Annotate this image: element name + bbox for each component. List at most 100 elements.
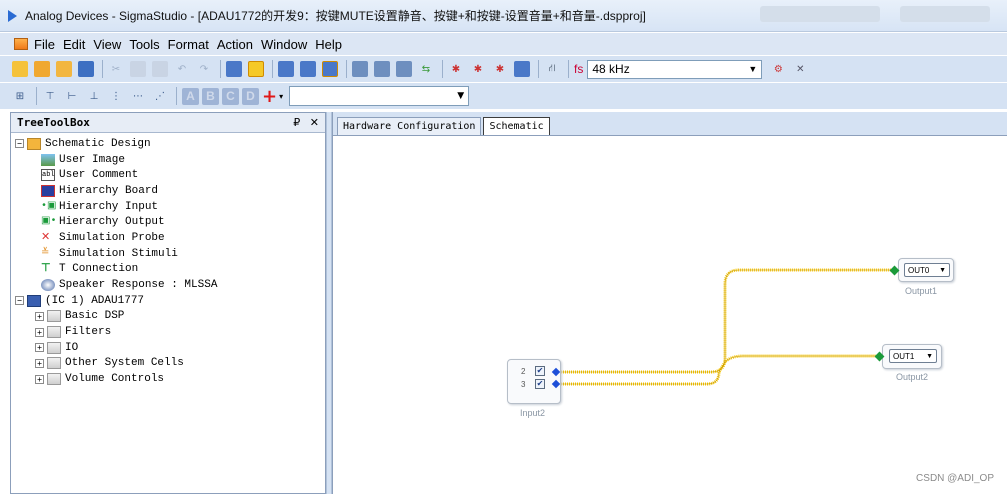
connect-icon[interactable]: ⇆ (418, 61, 434, 77)
chevron-down-icon: ▼ (939, 266, 946, 274)
collapse-icon[interactable]: − (15, 296, 24, 306)
toolbar-separator (442, 60, 443, 78)
close-icon[interactable]: ✕ (310, 116, 319, 129)
open-recent-icon[interactable] (56, 61, 72, 77)
menu-view[interactable]: View (93, 37, 121, 52)
menu-file[interactable]: File (34, 37, 55, 52)
hierarchy-output-icon: ▣• (41, 216, 57, 228)
letter-a-button[interactable]: A (182, 87, 199, 105)
paste-icon[interactable] (152, 61, 168, 77)
tree-folder-io[interactable]: + IO (11, 340, 325, 356)
menu-window[interactable]: Window (261, 37, 307, 52)
tab-hardware-configuration[interactable]: Hardware Configuration (337, 117, 482, 135)
align-top-icon[interactable]: ⊤ (42, 88, 58, 104)
tree-item-user-comment[interactable]: abl User Comment (11, 167, 325, 183)
tree-item-user-image[interactable]: User Image (11, 152, 325, 168)
channel-number: 3 (521, 380, 526, 389)
t-connection-icon: ⊤ (41, 263, 51, 276)
align-middle-icon[interactable]: ⊢ (64, 88, 80, 104)
redo-icon[interactable]: ↷ (196, 61, 212, 77)
spacing-icon[interactable]: ⋰ (152, 88, 168, 104)
tree-item-simulation-probe[interactable]: ✕ Simulation Probe (11, 230, 325, 246)
tree-label: Simulation Stimuli (59, 247, 178, 260)
sample-rate-select[interactable]: 48 kHz ▼ (587, 59, 763, 79)
expand-icon[interactable]: + (35, 343, 44, 353)
tree-item-simulation-stimuli[interactable]: ≚ Simulation Stimuli (11, 246, 325, 262)
toolbar-separator (36, 87, 37, 105)
output-channel-select[interactable]: OUT0 ▼ (904, 263, 950, 277)
menu-action[interactable]: Action (217, 37, 253, 52)
tree-node-schematic-design[interactable]: − Schematic Design (11, 136, 325, 152)
expand-icon[interactable]: + (35, 374, 44, 384)
channel-checkbox[interactable]: ✔ (535, 366, 545, 376)
expand-icon[interactable]: + (35, 358, 44, 368)
tree-item-speaker-response[interactable]: Speaker Response : MLSSA (11, 277, 325, 293)
letter-c-button[interactable]: C (222, 87, 239, 105)
undo-icon[interactable]: ↶ (174, 61, 190, 77)
selected-mode-icon[interactable] (248, 61, 264, 77)
pin-icon[interactable]: ₽ (293, 116, 300, 129)
distribute-h-icon[interactable]: ⋯ (130, 88, 146, 104)
tree-item-hierarchy-output[interactable]: ▣• Hierarchy Output (11, 214, 325, 230)
tree-folder-basic-dsp[interactable]: + Basic DSP (11, 309, 325, 325)
cut-icon[interactable]: ✂ (108, 61, 124, 77)
tree-item-hierarchy-input[interactable]: •▣ Hierarchy Input (11, 199, 325, 215)
tab-schematic[interactable]: Schematic (483, 117, 550, 135)
wire-to-output1[interactable] (557, 268, 895, 374)
new-project-icon[interactable] (12, 61, 28, 77)
wire-overlay (557, 269, 895, 373)
menu-help[interactable]: Help (315, 37, 342, 52)
document-tabs: Hardware Configuration Schematic (333, 112, 1007, 136)
expand-icon[interactable]: + (35, 327, 44, 337)
document-icon[interactable] (14, 38, 28, 50)
tree-item-hierarchy-board[interactable]: Hierarchy Board (11, 183, 325, 199)
align-icon[interactable] (352, 61, 368, 77)
block-icon[interactable] (300, 61, 316, 77)
menu-tools[interactable]: Tools (129, 37, 159, 52)
distribute-v-icon[interactable]: ⋮ (108, 88, 124, 104)
open-folder-icon[interactable] (34, 61, 50, 77)
letter-b-button[interactable]: B (202, 87, 219, 105)
link-download-icon[interactable]: ✱ (470, 61, 486, 77)
window-title: Analog Devices - SigmaStudio - [ADAU1772… (25, 9, 646, 23)
output-label: OUT0 (908, 265, 930, 275)
font-select[interactable]: ▼ (289, 86, 470, 106)
tree-folder-other-system-cells[interactable]: + Other System Cells (11, 356, 325, 372)
output-channel-select[interactable]: OUT1 ▼ (889, 349, 937, 363)
board-icon (41, 184, 55, 197)
toolbar-separator (538, 60, 539, 78)
schematic-canvas[interactable]: 2 3 ✔ ✔ Input2 OUT0 ▼ Output1 OUT1 ▼ Out… (333, 136, 1007, 494)
channel-checkbox[interactable]: ✔ (535, 379, 545, 389)
toolbar-separator (272, 60, 273, 78)
wires-layer (557, 268, 895, 386)
align-icon[interactable] (374, 61, 390, 77)
link-run-icon[interactable]: ✱ (492, 61, 508, 77)
folder-icon (47, 373, 61, 386)
align-icon[interactable] (396, 61, 412, 77)
tools-icon[interactable]: ✕ (792, 61, 808, 77)
collapse-icon[interactable]: − (15, 139, 24, 149)
save-icon[interactable] (78, 61, 94, 77)
chevron-down-icon[interactable]: ▾ (279, 92, 283, 101)
tree-node-ic[interactable]: − (IC 1) ADAU1777 (11, 293, 325, 309)
block-selected-icon[interactable] (322, 61, 338, 77)
menu-format[interactable]: Format (168, 37, 209, 52)
link-compile-icon[interactable]: ✱ (448, 61, 464, 77)
tree-item-t-connection[interactable]: ⊤ T Connection (11, 262, 325, 278)
tree-label: User Comment (59, 169, 139, 182)
layout-icon[interactable] (226, 61, 242, 77)
copy-icon[interactable] (130, 61, 146, 77)
menu-edit[interactable]: Edit (63, 37, 85, 52)
align-bottom-icon[interactable]: ⊥ (86, 88, 102, 104)
block-caption: Input2 (520, 408, 546, 418)
grid-icon[interactable]: ⊞ (12, 88, 28, 104)
expand-icon[interactable]: + (35, 311, 44, 321)
block-icon[interactable] (278, 61, 294, 77)
hierarchy-icon[interactable]: ⛙ (544, 61, 560, 77)
letter-d-button[interactable]: D (242, 87, 259, 105)
settings-icon[interactable]: ⚙ (770, 61, 786, 77)
download-icon[interactable] (514, 61, 530, 77)
add-button[interactable]: + (262, 86, 277, 107)
tree-folder-filters[interactable]: + Filters (11, 324, 325, 340)
tree-folder-volume-controls[interactable]: + Volume Controls (11, 371, 325, 387)
